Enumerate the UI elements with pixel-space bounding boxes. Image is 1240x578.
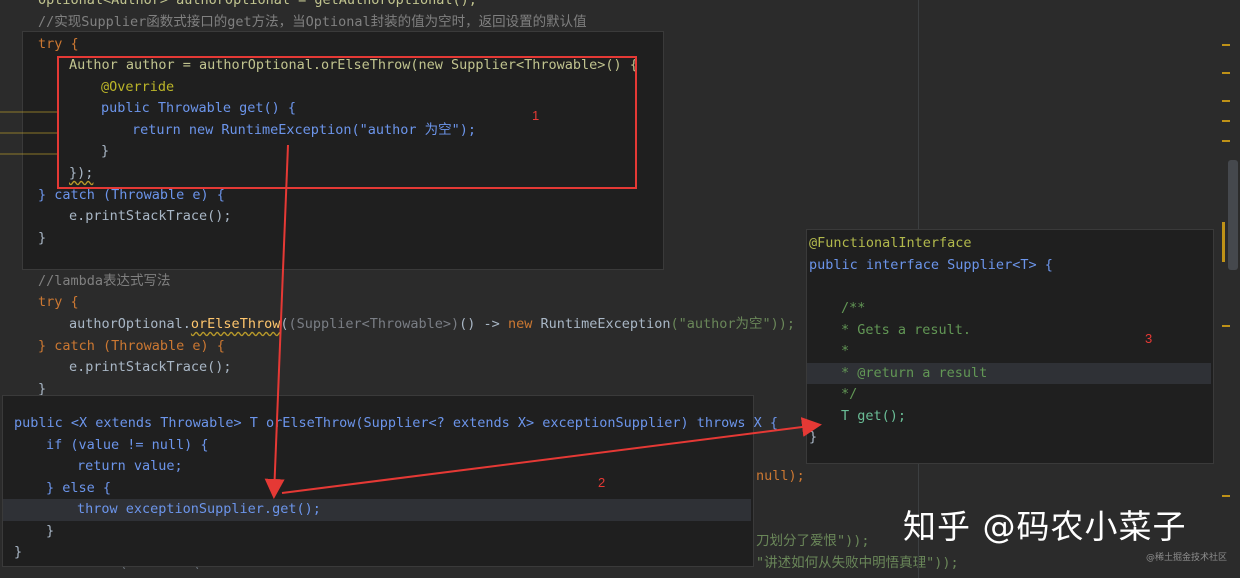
watermark: 知乎 @码农小菜子 bbox=[903, 507, 1187, 546]
arrow-2-to-3 bbox=[281, 417, 822, 494]
arrow-1-to-2 bbox=[264, 144, 289, 499]
annotation-arrows bbox=[264, 144, 822, 499]
watermark-small: @稀土掘金技术社区 bbox=[1146, 553, 1228, 563]
